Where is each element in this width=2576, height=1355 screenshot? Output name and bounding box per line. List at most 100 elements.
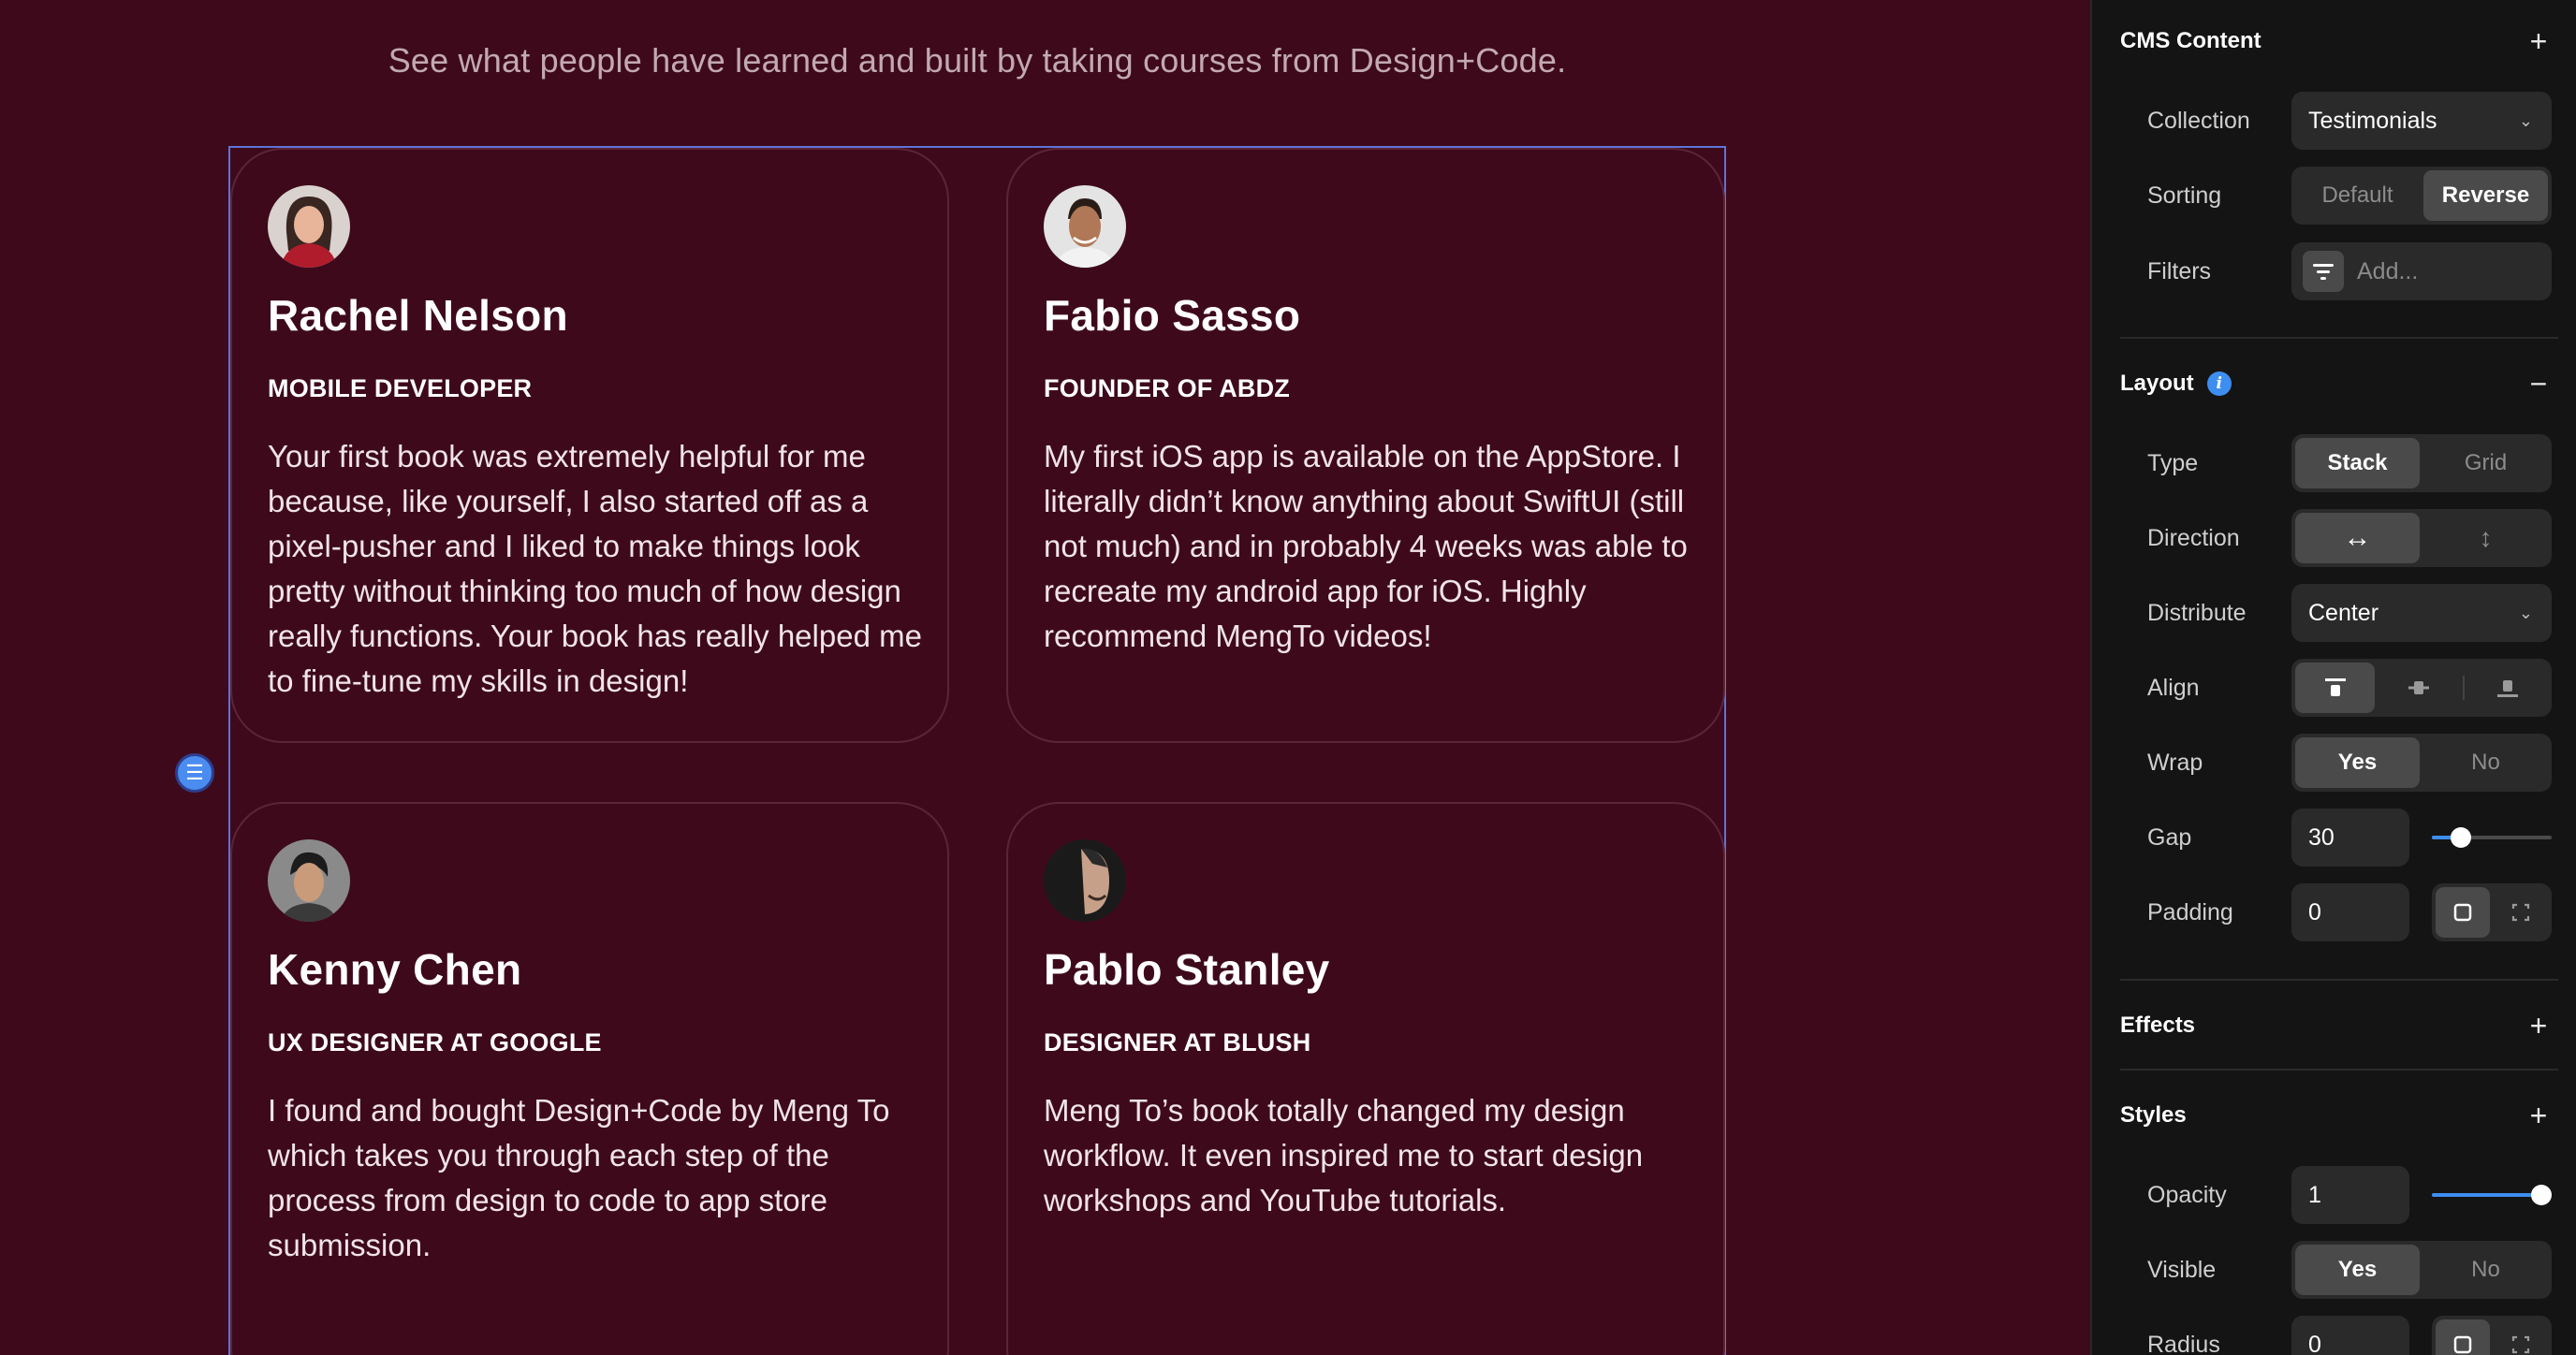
opacity-slider[interactable]: [2432, 1185, 2552, 1205]
styles-title: Styles: [2120, 1102, 2187, 1128]
avatar: [1044, 185, 1126, 268]
padding-input[interactable]: 0: [2291, 883, 2409, 941]
testimonial-name: Pablo Stanley: [1044, 945, 1330, 994]
align-separator: [2462, 676, 2465, 700]
avatar: [268, 839, 350, 922]
sorting-row: Sorting Default Reverse: [2147, 167, 2552, 225]
individual-padding-icon[interactable]: [2494, 887, 2548, 938]
testimonial-name: Rachel Nelson: [268, 291, 568, 340]
info-icon[interactable]: i: [2206, 372, 2232, 396]
plus-icon[interactable]: +: [2522, 26, 2555, 56]
type-segmented-control: Stack Grid: [2291, 434, 2552, 492]
align-segmented-control: [2291, 659, 2552, 717]
uniform-padding-icon[interactable]: [2436, 887, 2490, 938]
type-option-stack[interactable]: Stack: [2295, 438, 2420, 488]
sorting-option-default[interactable]: Default: [2295, 170, 2420, 221]
testimonial-card[interactable]: Rachel Nelson MOBILE DEVELOPER Your firs…: [230, 148, 949, 743]
uniform-radius-icon[interactable]: [2436, 1319, 2490, 1355]
plus-icon[interactable]: +: [2522, 1100, 2555, 1130]
gap-input[interactable]: 30: [2291, 809, 2409, 867]
wrap-row: Wrap Yes No: [2147, 734, 2552, 792]
vertical-arrows-icon[interactable]: ↕: [2423, 513, 2548, 563]
filters-row: Filters Add...: [2147, 242, 2552, 300]
section-divider: [2120, 337, 2558, 339]
testimonial-role: DESIGNER AT BLUSH: [1044, 1028, 1311, 1056]
horizontal-arrows-icon[interactable]: ↔: [2295, 513, 2420, 563]
radius-label: Radius: [2147, 1331, 2220, 1355]
distribute-value: Center: [2308, 599, 2379, 626]
cms-content-title: CMS Content: [2120, 28, 2261, 53]
individual-radius-icon[interactable]: [2494, 1319, 2548, 1355]
wrap-label: Wrap: [2147, 749, 2203, 776]
direction-label: Direction: [2147, 524, 2240, 551]
padding-label: Padding: [2147, 898, 2233, 925]
opacity-label: Opacity: [2147, 1181, 2227, 1208]
filters-input[interactable]: Add...: [2291, 242, 2552, 300]
minus-icon[interactable]: −: [2522, 369, 2555, 399]
opacity-value: 1: [2308, 1181, 2321, 1208]
testimonial-text: My first iOS app is available on the App…: [1044, 439, 1688, 653]
testimonial-card[interactable]: Fabio Sasso FOUNDER OF ABDZ My first iOS…: [1006, 148, 1725, 743]
align-top-icon[interactable]: [2295, 663, 2376, 713]
align-bottom-icon[interactable]: [2468, 663, 2548, 713]
layout-title: Layout: [2120, 371, 2194, 396]
collection-select[interactable]: Testimonials ⌄: [2291, 92, 2552, 150]
sorting-option-reverse[interactable]: Reverse: [2423, 170, 2548, 221]
align-center-icon[interactable]: [2378, 663, 2458, 713]
gap-slider-knob[interactable]: [2451, 827, 2472, 848]
section-divider: [2120, 1069, 2558, 1071]
opacity-slider-knob[interactable]: [2531, 1185, 2552, 1205]
stack-handle-icon[interactable]: ☰: [175, 753, 214, 793]
wrap-option-yes[interactable]: Yes: [2295, 737, 2420, 788]
testimonial-role: UX DESIGNER AT GOOGLE: [268, 1028, 602, 1056]
padding-mode-control: [2432, 883, 2552, 941]
collection-row: Collection Testimonials ⌄: [2147, 92, 2552, 150]
type-label: Type: [2147, 449, 2199, 476]
section-subtitle: See what people have learned and built b…: [388, 41, 1567, 80]
styles-header: Styles +: [2120, 1095, 2555, 1136]
align-label: Align: [2147, 674, 2200, 701]
visible-option-yes[interactable]: Yes: [2295, 1245, 2420, 1295]
distribute-row: Distribute Center ⌄: [2147, 584, 2552, 642]
testimonial-name: Fabio Sasso: [1044, 291, 1301, 340]
testimonial-name: Kenny Chen: [268, 945, 522, 994]
distribute-label: Distribute: [2147, 599, 2247, 626]
collection-label: Collection: [2147, 107, 2250, 134]
gap-slider[interactable]: [2432, 827, 2552, 848]
radius-mode-control: [2432, 1316, 2552, 1355]
align-row: Align: [2147, 659, 2552, 717]
testimonial-role: MOBILE DEVELOPER: [268, 374, 533, 402]
chevron-down-icon: ⌄: [2518, 110, 2533, 130]
layout-header: Layout i −: [2120, 363, 2555, 404]
wrap-segmented-control: Yes No: [2291, 734, 2552, 792]
opacity-slider-fill: [2432, 1193, 2541, 1197]
visible-segmented-control: Yes No: [2291, 1241, 2552, 1299]
visible-option-no[interactable]: No: [2423, 1245, 2548, 1295]
testimonial-text: I found and bought Design+Code by Meng T…: [268, 1093, 890, 1262]
effects-title: Effects: [2120, 1013, 2196, 1038]
testimonial-role: FOUNDER OF ABDZ: [1044, 374, 1290, 402]
avatar: [268, 185, 350, 268]
opacity-row: Opacity 1: [2147, 1166, 2552, 1224]
testimonial-card[interactable]: Kenny Chen UX DESIGNER AT GOOGLE I found…: [230, 802, 949, 1355]
testimonial-text: Your first book was extremely helpful fo…: [268, 439, 922, 698]
collection-value: Testimonials: [2308, 107, 2437, 134]
sorting-label: Sorting: [2147, 182, 2222, 209]
padding-row: Padding 0: [2147, 883, 2552, 941]
distribute-select[interactable]: Center ⌄: [2291, 584, 2552, 642]
testimonial-card[interactable]: Pablo Stanley DESIGNER AT BLUSH Meng To’…: [1006, 802, 1725, 1355]
filter-icon: [2303, 251, 2344, 292]
sorting-segmented-control: Default Reverse: [2291, 167, 2552, 225]
visible-row: Visible Yes No: [2147, 1241, 2552, 1299]
radius-row: Radius 0: [2147, 1316, 2552, 1355]
type-option-grid[interactable]: Grid: [2423, 438, 2548, 488]
direction-row: Direction ↔ ↕: [2147, 509, 2552, 567]
design-canvas[interactable]: See what people have learned and built b…: [0, 0, 2090, 1355]
properties-panel: CMS Content + Collection Testimonials ⌄ …: [2090, 0, 2576, 1355]
plus-icon[interactable]: +: [2522, 1011, 2555, 1041]
gap-label: Gap: [2147, 823, 2192, 851]
wrap-option-no[interactable]: No: [2423, 737, 2548, 788]
opacity-input[interactable]: 1: [2291, 1166, 2409, 1224]
radius-input[interactable]: 0: [2291, 1316, 2409, 1355]
testimonial-text: Meng To’s book totally changed my design…: [1044, 1093, 1644, 1217]
